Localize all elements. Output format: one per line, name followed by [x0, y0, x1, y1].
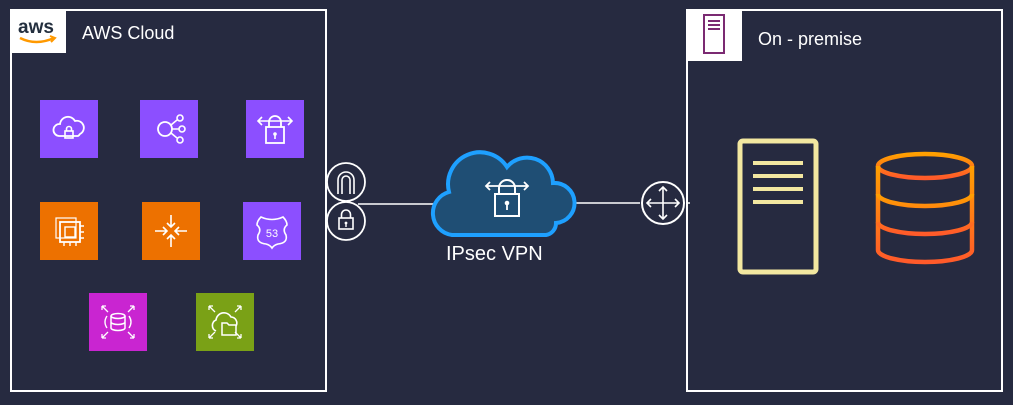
ec2-chip-icon: [55, 217, 84, 246]
route53-service[interactable]: 53: [243, 202, 301, 260]
aws-cloud-group: aws AWS Cloud 53: [10, 9, 327, 392]
aws-logo-icon: aws: [18, 17, 57, 44]
on-premise-badge: [686, 9, 742, 61]
load-balancer-service[interactable]: [142, 202, 200, 260]
on-premise-group: On - premise: [686, 9, 1003, 392]
load-arrows-icon: [155, 215, 187, 247]
aws-logo-badge: aws: [10, 9, 66, 53]
ec2-service[interactable]: [40, 202, 98, 260]
endpoints-service[interactable]: [140, 100, 198, 158]
building-icon: [703, 14, 725, 54]
vpn-gateway-service[interactable]: [246, 100, 304, 158]
vpn-gateway-lock-icon: [256, 115, 294, 144]
aws-cloud-title: AWS Cloud: [82, 23, 175, 43]
endpoints-icon: [157, 114, 186, 144]
cloud-lock-service[interactable]: [40, 100, 98, 158]
route53-label: 53: [266, 228, 278, 240]
cloud-folder-icon: [208, 305, 242, 339]
database-migration-service[interactable]: [89, 293, 147, 351]
ipsec-vpn-label: IPsec VPN: [446, 243, 543, 265]
route53-shield-icon: 53: [256, 216, 288, 250]
cloud-lock-icon: [52, 115, 85, 139]
on-premise-title: On - premise: [758, 29, 863, 49]
cloud-storage-service[interactable]: [196, 293, 254, 351]
database-migration-icon: [101, 305, 135, 339]
aws-logo-text: aws: [18, 17, 54, 38]
